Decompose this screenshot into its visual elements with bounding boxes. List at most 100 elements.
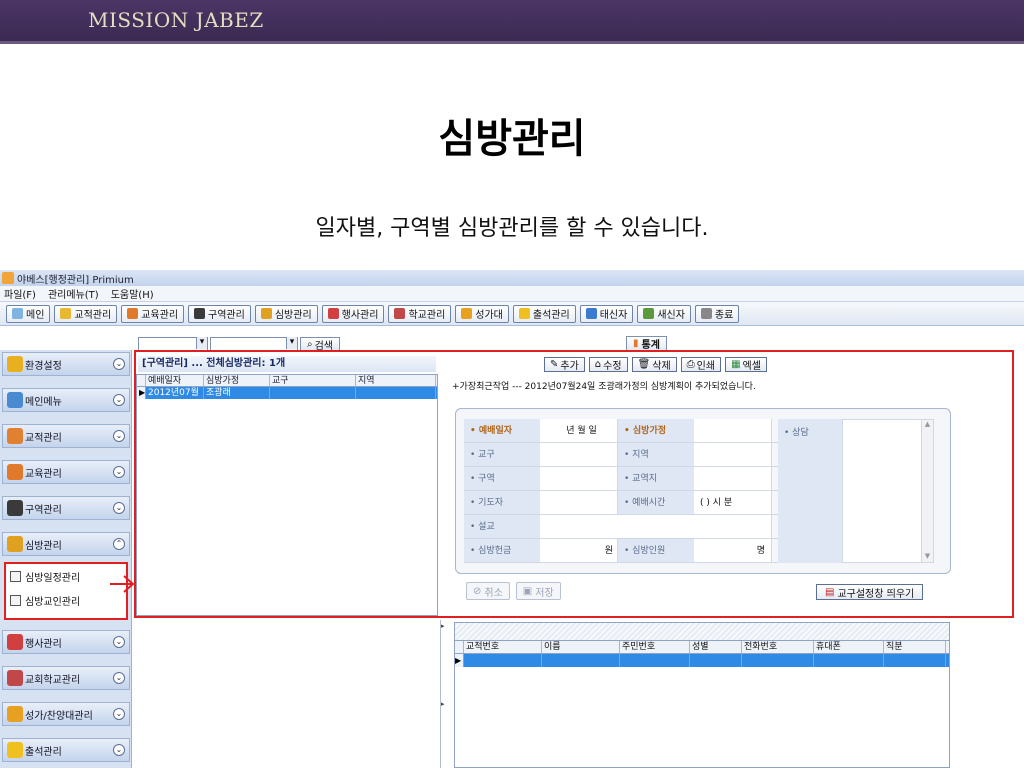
search-category-select[interactable] [138, 337, 208, 351]
print-button[interactable]: ⎙ 인쇄 [680, 357, 722, 372]
toolbar-button-map[interactable]: 구역관리 [188, 304, 251, 323]
memo-label: • 상담 [778, 419, 842, 563]
toolbar-button-prospect[interactable]: 태신자 [579, 304, 634, 323]
chevron-down-icon[interactable]: ⌄ [113, 744, 125, 756]
col-header[interactable]: 주민번호 [620, 641, 690, 653]
open-district-window-button[interactable]: ▤ 교구설정창 띄우기 [816, 584, 924, 600]
add-button[interactable]: ✎ 추가 [544, 357, 585, 372]
menu-manage[interactable]: 관리메뉴(T) [48, 286, 99, 301]
toolbar-button-school[interactable]: 학교관리 [388, 304, 452, 323]
chevron-down-icon[interactable]: ⌄ [113, 672, 125, 684]
toolbar-button-home[interactable]: 메인 [6, 304, 51, 323]
brand-logo: MISSION JABEZ [88, 8, 264, 32]
excel-button[interactable]: ▦ 엑셀 [725, 357, 767, 372]
add-label: 추가 [560, 361, 579, 372]
prospect-icon [585, 308, 597, 319]
district-label: • 교구 [464, 443, 540, 466]
sidebar-item-map[interactable]: 구역관리 ⌄ [2, 496, 130, 520]
memo-scrollbar[interactable]: ▲ ▼ [921, 420, 933, 562]
toolbar-button-book[interactable]: 교육관리 [121, 304, 185, 323]
submenu-label: 심방일정관리 [25, 572, 81, 584]
search-icon: ⌕ [307, 338, 313, 350]
family-label: • 심방가정 [618, 419, 694, 442]
sermon-label: • 설교 [464, 515, 540, 538]
toolbar-button-attendance[interactable]: 출석관리 [512, 304, 576, 323]
memo-textarea[interactable]: ▲ ▼ [842, 419, 934, 563]
toolbar-button-event[interactable]: 행사관리 [321, 304, 385, 323]
district-field[interactable] [540, 443, 618, 466]
sidebar-item-choir[interactable]: 성가/찬양대관리 ⌄ [2, 702, 130, 726]
sidebar-item-settings[interactable]: 환경설정 ⌄ [2, 352, 130, 376]
search-field-select[interactable] [210, 337, 298, 351]
sidebar-item-book[interactable]: 교육관리 ⌄ [2, 460, 130, 484]
search-button[interactable]: ⌕ 검색 [300, 337, 341, 352]
row-pointer-icon: ▶ [455, 654, 464, 667]
sidebar-item-attendance[interactable]: 출석관리 ⌄ [2, 738, 130, 762]
chevron-down-icon[interactable]: ⌄ [113, 636, 125, 648]
sidebar-item-event[interactable]: 행사관리 ⌄ [2, 630, 130, 654]
toolbar-label: 태신자 [599, 310, 628, 321]
panel-splitter[interactable] [440, 620, 446, 768]
chevron-down-icon[interactable]: ⌄ [113, 358, 125, 370]
toolbar-button-people[interactable]: 교적관리 [54, 304, 118, 323]
attendance-icon [518, 308, 530, 319]
col-header[interactable]: 지역 [356, 375, 436, 386]
col-header[interactable]: 휴대폰 [814, 641, 884, 653]
sidebar-item-visit[interactable]: 심방관리 ⌃ [2, 532, 130, 556]
worship-time-field[interactable]: ( ) 시 분 [694, 491, 772, 514]
zone-field[interactable] [540, 467, 618, 490]
toolbar-button-choir[interactable]: 성가대 [455, 304, 509, 323]
col-header[interactable]: 교적번호 [464, 641, 542, 653]
toolbar-button-visit[interactable]: 심방관리 [254, 304, 318, 323]
menu-file[interactable]: 파일(F) [4, 286, 36, 301]
col-header[interactable]: 전화번호 [742, 641, 814, 653]
delete-button[interactable]: 🗑 삭제 [631, 357, 677, 372]
col-header[interactable]: 성별 [690, 641, 742, 653]
col-header[interactable]: 예배일자 [146, 375, 204, 386]
stats-icon: ▮ [633, 338, 639, 349]
chevron-down-icon[interactable]: ⌄ [113, 708, 125, 720]
sidebar-item-label: 구역관리 [25, 504, 62, 516]
sidebar-item-home[interactable]: 메인메뉴 ⌄ [2, 388, 130, 412]
stats-button[interactable]: ▮ 통계 [626, 336, 667, 351]
toolbar-button-newcomer[interactable]: 새신자 [637, 304, 691, 323]
list-icon [10, 594, 21, 606]
col-header[interactable]: 직분 [884, 641, 946, 653]
sidebar-item-label: 교적관리 [25, 432, 62, 444]
chevron-down-icon[interactable]: ⌄ [113, 394, 125, 406]
banner: MISSION JABEZ [0, 0, 1024, 44]
cell [542, 654, 620, 667]
col-header[interactable]: 심방가정 [204, 375, 270, 386]
grid-header: 교적번호 이름 주민번호 성별 전화번호 휴대폰 직분 [455, 641, 949, 654]
family-field[interactable] [694, 419, 772, 442]
home-icon [12, 308, 23, 319]
sermon-field[interactable] [540, 515, 772, 538]
toolbar-label: 종료 [714, 310, 734, 321]
col-header[interactable]: 교구 [270, 375, 356, 386]
cell: 조광래 [204, 387, 270, 399]
cancel-button[interactable]: ⊘ 취소 [466, 582, 510, 600]
sidebar-item-school[interactable]: 교회학교관리 ⌄ [2, 666, 130, 690]
cancel-label: 취소 [484, 587, 503, 599]
chevron-up-icon[interactable]: ⌃ [113, 538, 125, 550]
region-field[interactable] [694, 443, 772, 466]
attendees-field[interactable]: 명 [694, 539, 772, 562]
table-row[interactable]: ▶ 2012년07월24일 조광래 [137, 387, 437, 410]
toolbar-button-exit[interactable]: 종료 [694, 304, 740, 323]
sidebar-item-people[interactable]: 교적관리 ⌄ [2, 424, 130, 448]
visit-icon [7, 536, 23, 552]
col-header[interactable]: 이름 [542, 641, 620, 653]
visit-icon [260, 308, 272, 319]
edit-button[interactable]: ⌂ 수정 [588, 357, 628, 372]
church-place-field[interactable] [694, 467, 772, 490]
save-button[interactable]: ▣ 저장 [515, 582, 561, 600]
worship-date-field[interactable]: 년 월 일 [540, 419, 618, 442]
chevron-down-icon[interactable]: ⌄ [113, 430, 125, 442]
menu-help[interactable]: 도움말(H) [111, 286, 154, 301]
row-pointer-icon: ▶ [137, 387, 146, 399]
offering-field[interactable]: 원 [540, 539, 618, 562]
table-row[interactable]: ▶ [455, 654, 949, 667]
chevron-down-icon[interactable]: ⌄ [113, 466, 125, 478]
chevron-down-icon[interactable]: ⌄ [113, 502, 125, 514]
prayer-field[interactable] [540, 491, 618, 514]
